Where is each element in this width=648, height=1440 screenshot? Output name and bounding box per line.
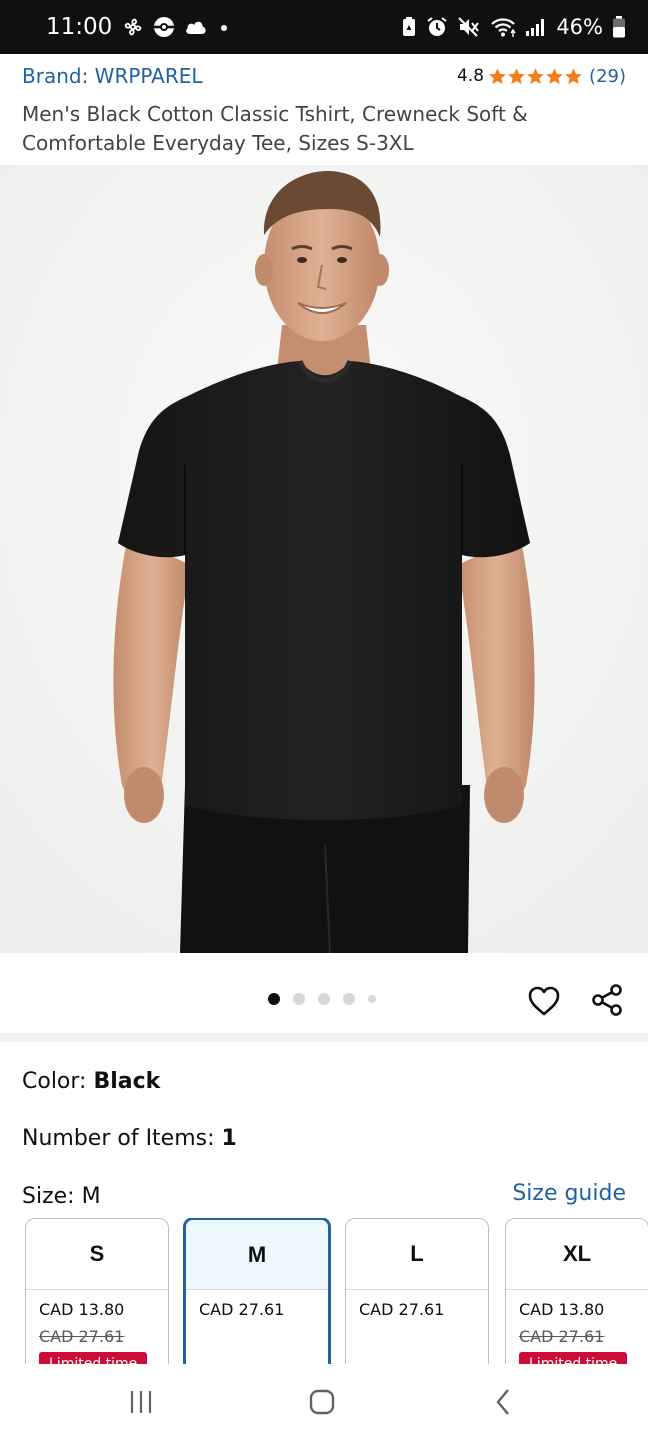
recent-apps-icon xyxy=(130,1391,152,1413)
battery-icon xyxy=(612,15,626,39)
items-label: Number of Items: xyxy=(22,1126,222,1151)
color-selection: Color: Black xyxy=(22,1069,160,1094)
star-icon xyxy=(489,67,506,84)
size-value: M xyxy=(81,1184,101,1209)
size-tile-xl[interactable]: XL CAD 13.80 CAD 27.61 Limited time xyxy=(505,1218,648,1364)
star-icon xyxy=(508,67,525,84)
size-list-price: CAD 27.61 xyxy=(519,1327,605,1346)
cloud-icon xyxy=(184,18,208,36)
recent-apps-button[interactable] xyxy=(111,1372,171,1432)
alarm-icon xyxy=(426,16,448,38)
dot-icon xyxy=(216,19,232,35)
signal-icon xyxy=(525,17,547,37)
system-nav-bar xyxy=(0,1364,648,1440)
carousel-dots xyxy=(268,993,376,1005)
size-list-price: CAD 27.61 xyxy=(39,1327,125,1346)
rating-value: 4.8 xyxy=(457,66,485,86)
product-title: Men's Black Cotton Classic Tshirt, Crewn… xyxy=(22,102,528,155)
star-icon xyxy=(527,67,544,84)
battery-percent: 46% xyxy=(556,15,603,39)
carousel-dot[interactable] xyxy=(293,993,305,1005)
star-icon xyxy=(546,67,563,84)
size-tile-m[interactable]: M CAD 27.61 xyxy=(183,1218,331,1364)
rating-summary[interactable]: 4.8 (29) xyxy=(457,66,626,87)
size-price: CAD 27.61 xyxy=(199,1300,285,1319)
lock-battery-icon xyxy=(401,16,417,38)
back-button[interactable] xyxy=(474,1372,534,1432)
share-icon xyxy=(592,984,622,1016)
size-tile-l[interactable]: L CAD 27.61 xyxy=(345,1218,489,1364)
brand-link[interactable]: Brand: WRPPAREL xyxy=(22,64,203,88)
limited-time-badge: Limited time xyxy=(519,1352,628,1364)
size-guide-link[interactable]: Size guide xyxy=(512,1181,626,1206)
home-icon xyxy=(309,1389,335,1415)
rating-count[interactable]: (29) xyxy=(589,66,626,87)
items-value: 1 xyxy=(221,1126,237,1151)
color-value: Black xyxy=(93,1069,161,1094)
items-selection: Number of Items: 1 xyxy=(22,1126,237,1151)
carousel-dot[interactable] xyxy=(368,995,376,1003)
size-name: M xyxy=(186,1220,328,1290)
star-icon xyxy=(565,67,582,84)
pokeball-icon xyxy=(152,15,176,39)
size-options: S CAD 13.80 CAD 27.61 Limited time M CAD… xyxy=(25,1218,648,1364)
status-right-icons: 46% xyxy=(401,15,626,39)
size-name: XL xyxy=(506,1219,648,1290)
carousel-dot[interactable] xyxy=(268,993,280,1005)
size-price: CAD 13.80 xyxy=(39,1300,125,1319)
size-label: Size: xyxy=(22,1184,82,1209)
size-price: CAD 13.80 xyxy=(519,1300,605,1319)
size-price: CAD 27.61 xyxy=(359,1300,445,1319)
limited-time-badge: Limited time xyxy=(39,1352,148,1364)
brand-rating-row: Brand: WRPPAREL 4.8 (29) xyxy=(22,60,626,92)
carousel-dot[interactable] xyxy=(318,993,330,1005)
carousel-dot[interactable] xyxy=(343,993,355,1005)
wishlist-button[interactable] xyxy=(526,983,562,1019)
wifi-icon xyxy=(490,16,516,38)
color-label: Color: xyxy=(22,1069,94,1094)
star-rating xyxy=(488,67,583,86)
size-name: S xyxy=(26,1219,168,1290)
home-button[interactable] xyxy=(292,1372,352,1432)
size-tile-s[interactable]: S CAD 13.80 CAD 27.61 Limited time xyxy=(25,1218,169,1364)
product-image[interactable] xyxy=(0,165,648,953)
size-name: L xyxy=(346,1219,488,1290)
mute-icon xyxy=(457,16,481,38)
back-icon xyxy=(496,1389,509,1415)
status-left-icons xyxy=(122,15,232,39)
heart-icon xyxy=(528,986,560,1016)
fan-icon xyxy=(122,16,144,38)
section-divider xyxy=(0,1033,648,1042)
share-button[interactable] xyxy=(588,981,626,1019)
status-time: 11:00 xyxy=(46,14,113,40)
status-bar: 11:00 46% xyxy=(0,0,648,54)
size-selection: Size: M xyxy=(22,1184,101,1209)
